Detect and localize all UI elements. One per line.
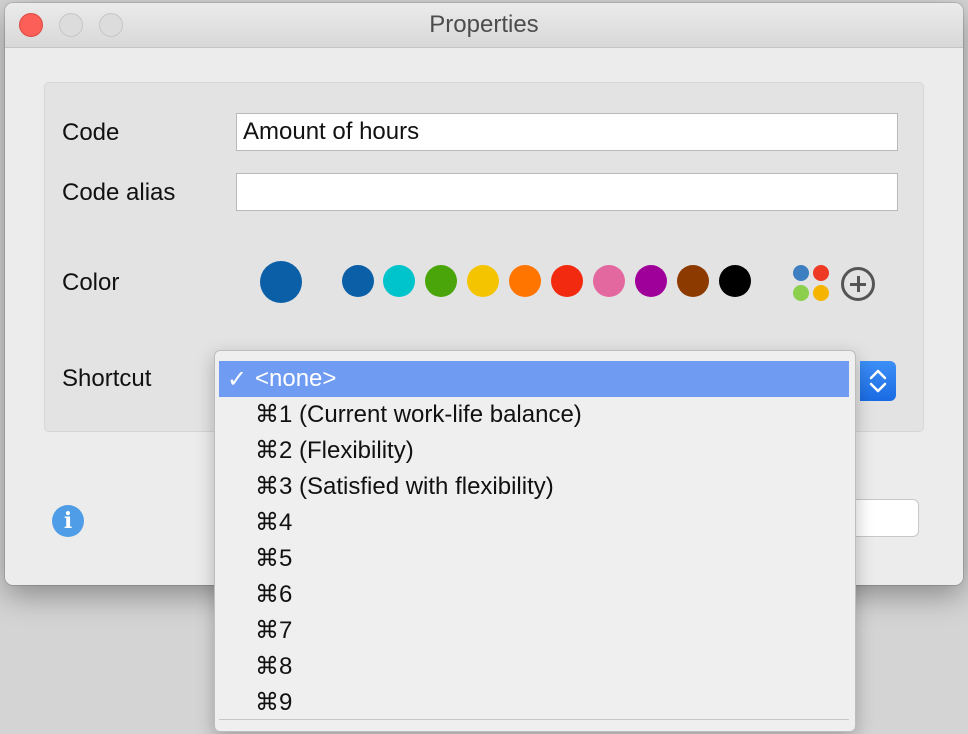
menu-item-shortcut[interactable]: ⌘7	[219, 613, 849, 649]
menu-item-label: ⌘1 (Current work-life balance)	[255, 401, 582, 428]
color-palette-icon[interactable]	[793, 265, 833, 305]
menu-divider	[219, 719, 849, 720]
code-alias-label: Code alias	[62, 179, 176, 206]
color-swatch[interactable]	[635, 265, 667, 297]
menu-item-shortcut[interactable]: ⌘8	[219, 649, 849, 685]
color-swatch[interactable]	[467, 265, 499, 297]
menu-item-shortcut[interactable]: ⌘6	[219, 577, 849, 613]
window-title: Properties	[429, 11, 539, 38]
menu-item-none[interactable]: ✓ <none>	[219, 361, 849, 397]
color-swatch[interactable]	[383, 265, 415, 297]
shortcut-label: Shortcut	[62, 365, 152, 392]
color-swatch[interactable]	[342, 265, 374, 297]
menu-item-shortcut[interactable]: ⌘5	[219, 541, 849, 577]
selected-color-indicator	[260, 261, 302, 303]
menu-item-label: ⌘6	[255, 581, 293, 608]
menu-item-shortcut[interactable]: ⌘1 (Current work-life balance)	[219, 397, 849, 433]
code-label: Code	[62, 119, 120, 146]
menu-item-shortcut[interactable]: ⌘3 (Satisfied with flexibility)	[219, 469, 849, 505]
menu-item-label: ⌘2 (Flexibility)	[255, 437, 414, 464]
color-swatch[interactable]	[509, 265, 541, 297]
menu-item-shortcut[interactable]: ⌘2 (Flexibility)	[219, 433, 849, 469]
menu-item-shortcut[interactable]: ⌘9	[219, 685, 849, 721]
shortcut-popup-stepper[interactable]	[860, 361, 896, 401]
menu-item-label: ⌘3 (Satisfied with flexibility)	[255, 473, 554, 500]
menu-item-shortcut[interactable]: ⌘4	[219, 505, 849, 541]
color-swatch[interactable]	[551, 265, 583, 297]
color-swatch[interactable]	[425, 265, 457, 297]
chevron-updown-icon	[869, 369, 887, 393]
color-swatch[interactable]	[593, 265, 625, 297]
checkmark-icon: ✓	[227, 365, 248, 393]
menu-item-label: <none>	[255, 365, 337, 392]
title-bar[interactable]: Properties	[5, 3, 963, 48]
color-swatch[interactable]	[719, 265, 751, 297]
code-alias-field[interactable]	[236, 173, 898, 211]
code-field[interactable]	[236, 113, 898, 151]
menu-item-label: ⌘7	[255, 617, 293, 644]
color-label: Color	[62, 269, 120, 296]
info-icon[interactable]: i	[52, 505, 84, 537]
color-swatch[interactable]	[677, 265, 709, 297]
add-color-icon[interactable]	[841, 267, 875, 301]
menu-item-label: ⌘8	[255, 653, 293, 680]
menu-item-label: ⌘5	[255, 545, 293, 572]
screen: Properties Code Code alias Color Shortcu…	[0, 0, 968, 734]
menu-item-label: ⌘4	[255, 509, 293, 536]
shortcut-dropdown-menu: ✓ <none> ⌘1 (Current work-life balance) ⌘2 …	[214, 350, 856, 732]
menu-item-label: ⌘9	[255, 689, 293, 716]
ok-button[interactable]	[845, 499, 919, 537]
